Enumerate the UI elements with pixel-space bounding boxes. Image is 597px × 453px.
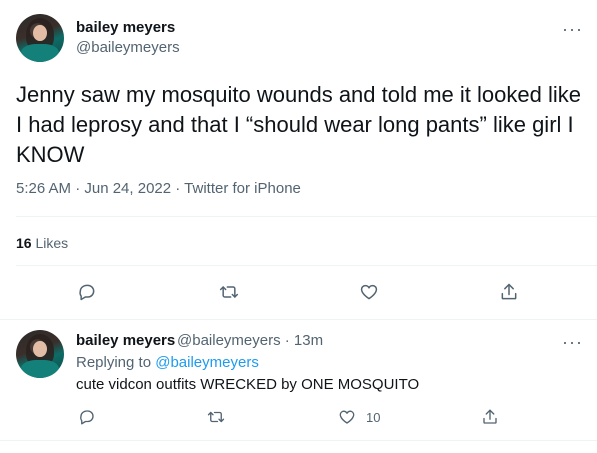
share-button[interactable] bbox=[479, 406, 501, 428]
heart-icon bbox=[360, 284, 378, 300]
like-button[interactable] bbox=[336, 406, 358, 428]
divider bbox=[16, 216, 597, 217]
share-icon bbox=[501, 283, 517, 300]
reply-button[interactable] bbox=[76, 281, 98, 303]
retweet-button[interactable] bbox=[205, 406, 227, 428]
reply-icon bbox=[79, 284, 95, 301]
replying-prefix: Replying to bbox=[76, 354, 156, 371]
share-icon bbox=[483, 409, 497, 424]
reply-text: cute vidcon outfits WRECKED by ONE MOSQU… bbox=[76, 376, 420, 393]
more-options-icon[interactable]: ··· bbox=[562, 333, 583, 351]
likes-number: 16 bbox=[16, 235, 32, 251]
heart-icon bbox=[339, 410, 355, 424]
replying-to: Replying to @baileymeyers bbox=[76, 354, 259, 371]
share-button[interactable] bbox=[498, 281, 520, 303]
reply-icon bbox=[80, 410, 94, 425]
likes-count[interactable]: 16 Likes bbox=[16, 235, 68, 251]
retweet-button[interactable] bbox=[218, 281, 240, 303]
user-handle[interactable]: @baileymeyers bbox=[76, 39, 180, 56]
section-divider bbox=[0, 319, 597, 320]
reply-handle-time[interactable]: @baileymeyers · 13m bbox=[177, 332, 323, 349]
retweet-icon bbox=[219, 286, 239, 298]
bottom-divider bbox=[0, 440, 597, 441]
reply-button[interactable] bbox=[76, 406, 98, 428]
divider bbox=[16, 265, 597, 266]
reply-display-name[interactable]: bailey meyers bbox=[76, 332, 175, 349]
likes-label: Likes bbox=[35, 235, 69, 251]
main-tweet: bailey meyers @baileymeyers ··· Jenny sa… bbox=[0, 0, 597, 319]
replying-handle-link[interactable]: @baileymeyers bbox=[155, 354, 259, 371]
avatar[interactable] bbox=[16, 330, 64, 378]
tweet-text: Jenny saw my mosquito wounds and told me… bbox=[16, 82, 581, 167]
avatar[interactable] bbox=[16, 14, 64, 62]
tweet-timestamp[interactable]: 5:26 AM · Jun 24, 2022 · Twitter for iPh… bbox=[16, 180, 301, 197]
retweet-icon bbox=[207, 411, 225, 423]
display-name[interactable]: bailey meyers bbox=[76, 19, 175, 36]
like-button[interactable] bbox=[358, 281, 380, 303]
more-options-icon[interactable]: ··· bbox=[562, 20, 583, 38]
like-count: 10 bbox=[366, 410, 381, 425]
